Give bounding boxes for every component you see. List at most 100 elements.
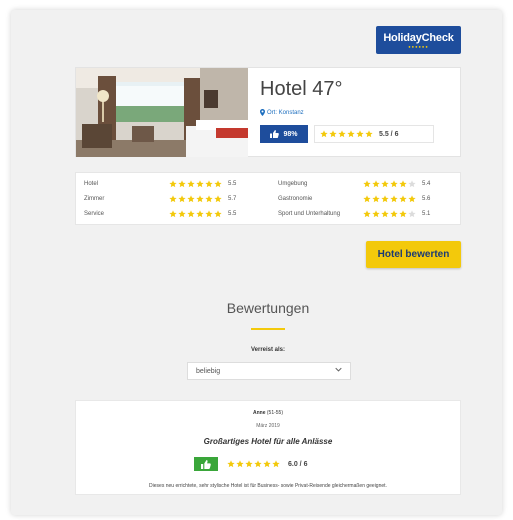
category-ratings: Hotel 5.5 Zimmer 5.7 Service 5.5 Umgebun…	[75, 172, 461, 225]
star-icon	[363, 210, 371, 218]
rating-label: Sport und Unterhaltung	[278, 211, 341, 217]
star-icon	[381, 195, 389, 203]
star-icon	[178, 195, 186, 203]
rating-row-sport: Sport und Unterhaltung 5.1	[278, 209, 434, 219]
star-icon	[196, 180, 204, 188]
star-icon	[187, 180, 195, 188]
rating-value: 5.5	[228, 181, 237, 187]
star-icon	[399, 210, 407, 218]
star-icon	[178, 210, 186, 218]
rating-value: 5.4	[422, 181, 431, 187]
recommendation-badge: 98%	[260, 125, 308, 143]
star-icon	[399, 195, 407, 203]
star-icon	[372, 180, 380, 188]
star-icon	[187, 195, 195, 203]
title-underline	[251, 328, 285, 330]
star-icon	[196, 195, 204, 203]
review-author-age: (51-55)	[266, 410, 283, 416]
star-icon	[399, 180, 407, 188]
star-icon	[205, 210, 213, 218]
star-icon	[169, 180, 177, 188]
rating-value: 5.5	[228, 211, 237, 217]
review-text: Dieses neu errichtete, sehr stylische Ho…	[149, 483, 387, 489]
overall-score: 5.5 / 6	[379, 130, 399, 138]
rating-stars	[363, 210, 416, 218]
rating-row-umgebung: Umgebung 5.4	[278, 179, 434, 189]
star-icon	[390, 195, 398, 203]
review-stars	[227, 460, 280, 468]
star-icon	[390, 210, 398, 218]
star-icon	[205, 180, 213, 188]
star-icon	[245, 460, 253, 468]
overall-rating: 5.5 / 6	[314, 125, 434, 143]
star-icon	[263, 460, 271, 468]
rating-label: Zimmer	[84, 196, 105, 202]
hotel-location[interactable]: Ort: Konstanz	[260, 109, 304, 116]
star-icon	[169, 210, 177, 218]
star-icon	[408, 195, 416, 203]
star-icon	[381, 180, 389, 188]
rating-stars	[169, 210, 222, 218]
star-icon	[214, 180, 222, 188]
rating-stars	[363, 180, 416, 188]
rating-row-gastronomie: Gastronomie 5.6	[278, 194, 434, 204]
star-icon	[169, 195, 177, 203]
star-icon	[214, 210, 222, 218]
star-icon	[363, 180, 371, 188]
star-icon	[372, 195, 380, 203]
star-icon	[272, 460, 280, 468]
star-icon	[187, 210, 195, 218]
review-recommend-badge	[194, 457, 218, 471]
review-author-name: Anne	[252, 410, 266, 416]
recommend-percent: 98%	[283, 130, 298, 138]
star-icon	[372, 210, 380, 218]
rating-label: Service	[84, 211, 105, 217]
rating-label: Gastronomie	[278, 196, 313, 202]
rating-value: 5.1	[422, 211, 431, 217]
review-title[interactable]: Großartiges Hotel für alle Anlässe	[76, 437, 460, 446]
logo-text: HolidayCheck	[383, 31, 454, 44]
hotel-photo[interactable]	[76, 68, 248, 157]
reviews-title: Bewertungen	[226, 300, 310, 316]
rating-value: 5.7	[228, 196, 237, 202]
rating-label: Umgebung	[278, 181, 308, 187]
star-icon	[363, 195, 371, 203]
location-text: Ort: Konstanz	[267, 109, 304, 116]
star-icon	[214, 195, 222, 203]
star-icon	[365, 130, 373, 138]
star-icon	[178, 180, 186, 188]
star-icon	[320, 130, 328, 138]
review-card: Anne (51-55) März 2019 Großartiges Hotel…	[75, 400, 461, 495]
star-icon	[227, 460, 235, 468]
logo-dots: ●●●●●●	[408, 43, 429, 49]
review-date: März 2019	[256, 423, 280, 429]
star-icon	[205, 195, 213, 203]
star-icon	[196, 210, 204, 218]
star-icon	[408, 210, 416, 218]
star-icon	[356, 130, 364, 138]
chevron-down-icon	[335, 367, 342, 374]
thumbs-up-icon	[201, 459, 211, 469]
travel-type-select[interactable]: beliebig	[187, 362, 351, 380]
holidaycheck-logo[interactable]: HolidayCheck ●●●●●●	[376, 26, 461, 54]
star-icon	[390, 180, 398, 188]
review-rating: 6.0 / 6	[227, 457, 347, 471]
rating-row-zimmer: Zimmer 5.7	[84, 194, 240, 204]
hotel-name: Hotel 47°	[260, 78, 343, 100]
hotel-card: Hotel 47° Ort: Konstanz 98% 5.5 / 6	[75, 67, 461, 157]
rate-hotel-button[interactable]: Hotel bewerten	[366, 241, 461, 268]
star-icon	[381, 210, 389, 218]
thumbs-up-icon	[270, 130, 280, 138]
rating-stars	[169, 195, 222, 203]
overall-stars	[320, 130, 373, 138]
star-icon	[329, 130, 337, 138]
rating-value: 5.6	[422, 196, 431, 202]
star-icon	[254, 460, 262, 468]
location-pin-icon	[260, 109, 265, 116]
star-icon	[347, 130, 355, 138]
travel-type-label: Verreist als:	[250, 347, 286, 353]
rating-stars	[363, 195, 416, 203]
star-icon	[338, 130, 346, 138]
review-author: Anne (51-55)	[76, 410, 460, 416]
rating-row-hotel: Hotel 5.5	[84, 179, 240, 189]
